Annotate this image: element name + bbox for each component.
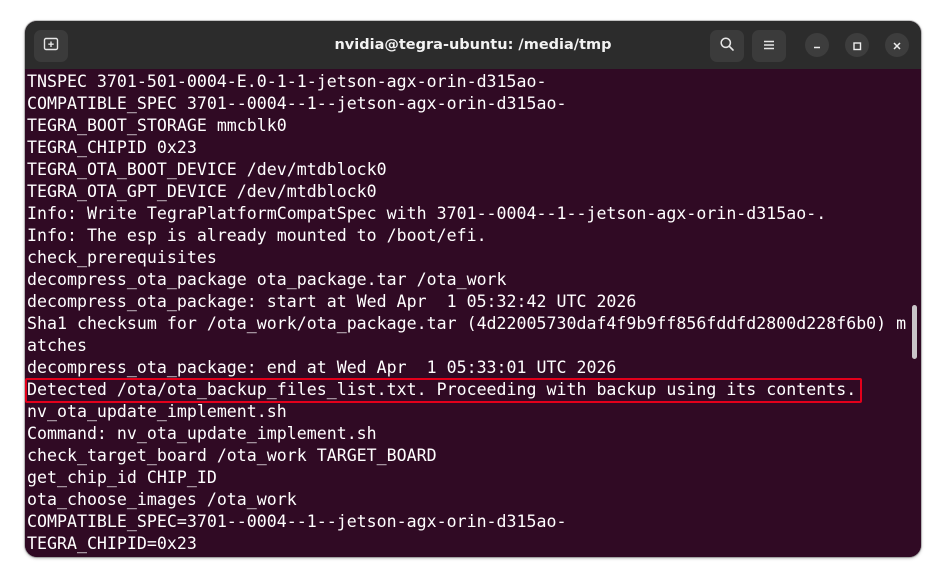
terminal-window: nvidia@tegra-ubuntu: /media/tmp TNSPEC 3… — [25, 21, 921, 557]
terminal-line: decompress_ota_package: start at Wed Apr… — [27, 292, 637, 311]
close-icon — [892, 36, 902, 55]
terminal-line: get_chip_id CHIP_ID — [27, 468, 217, 487]
terminal-line: TNSPEC 3701-501-0004-E.0-1-1-jetson-agx-… — [27, 72, 547, 91]
terminal-line: Sha1 checksum for /ota_work/ota_package.… — [27, 314, 907, 333]
terminal-line: atches — [27, 336, 87, 355]
terminal-line: TEGRA_CHIPID=0x23 — [27, 534, 197, 553]
terminal-line: decompress_ota_package: end at Wed Apr 1… — [27, 358, 617, 377]
terminal-line: TEGRA_OTA_BOOT_DEVICE /dev/mtdblock0 — [27, 160, 387, 179]
terminal-line: TEGRA_CHIPID 0x23 — [27, 138, 197, 157]
terminal-line: Info: Write TegraPlatformCompatSpec with… — [27, 204, 827, 223]
terminal-output[interactable]: TNSPEC 3701-501-0004-E.0-1-1-jetson-agx-… — [25, 69, 921, 557]
terminal-line: check_target_board /ota_work TARGET_BOAR… — [27, 446, 437, 465]
menu-button[interactable] — [752, 30, 786, 62]
terminal-line: TEGRA_BOOT_STORAGE mmcblk0 — [27, 116, 287, 135]
terminal-line: TEGRA_OTA_GPT_DEVICE /dev/mtdblock0 — [27, 182, 377, 201]
search-button[interactable] — [710, 30, 744, 62]
hamburger-menu-icon — [762, 37, 776, 56]
highlight-box — [25, 378, 862, 403]
terminal-line: COMPATIBLE_SPEC 3701--0004--1--jetson-ag… — [27, 94, 567, 113]
maximize-button[interactable] — [845, 33, 869, 57]
title-bar: nvidia@tegra-ubuntu: /media/tmp — [25, 21, 921, 69]
terminal-line: COMPATIBLE_SPEC=3701--0004--1--jetson-ag… — [27, 512, 567, 531]
terminal-line: check_prerequisites — [27, 248, 217, 267]
close-button[interactable] — [885, 33, 909, 57]
terminal-line: nv_ota_update_implement.sh — [27, 402, 287, 421]
terminal-line: Command: nv_ota_update_implement.sh — [27, 424, 377, 443]
minimize-button[interactable] — [805, 33, 829, 57]
maximize-icon — [852, 36, 862, 55]
window-title: nvidia@tegra-ubuntu: /media/tmp — [334, 37, 612, 53]
terminal-line: decompress_ota_package ota_package.tar /… — [27, 270, 507, 289]
terminal-line: ota_choose_images /ota_work — [27, 490, 297, 509]
minimize-icon — [812, 36, 822, 55]
search-icon — [719, 36, 735, 56]
terminal-lines: TNSPEC 3701-501-0004-E.0-1-1-jetson-agx-… — [27, 71, 907, 555]
terminal-line: Info: The esp is already mounted to /boo… — [27, 226, 487, 245]
scrollbar-thumb[interactable] — [912, 305, 917, 359]
